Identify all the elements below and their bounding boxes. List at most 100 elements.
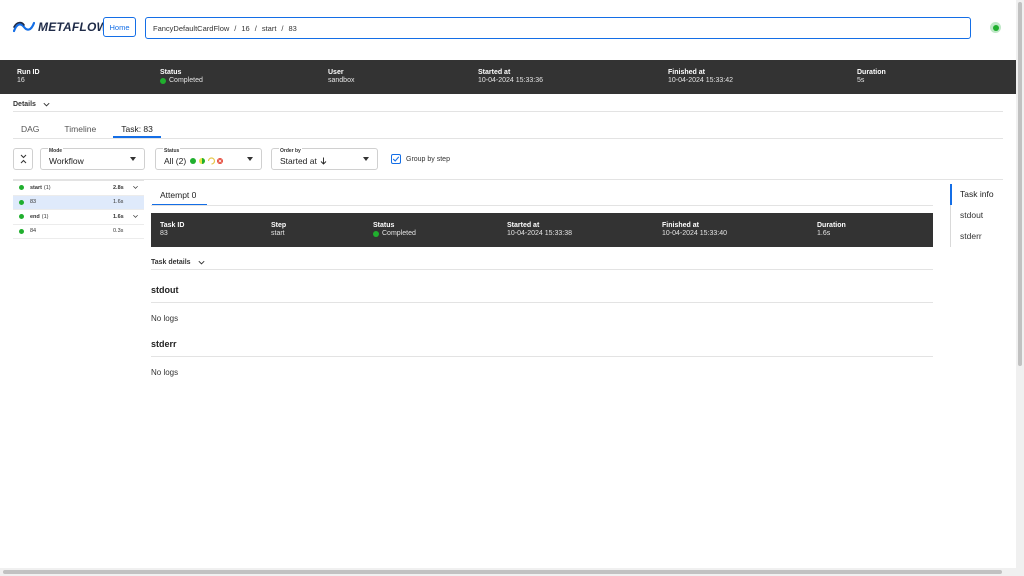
task-name: 84 <box>30 228 37 235</box>
order-by-label: Order by <box>279 148 302 154</box>
mode-label: Mode <box>48 148 64 154</box>
stderr-empty-message: No logs <box>151 368 179 377</box>
task-duration: 1.6s <box>113 199 124 206</box>
collapse-all-button[interactable] <box>13 148 33 170</box>
task-duration-column: Duration 1.6s <box>817 222 846 237</box>
task-id-value: 83 <box>160 230 168 237</box>
divider <box>151 269 933 270</box>
run-summary-bar: Run ID 16 Status Completed User sandbox … <box>0 60 1016 94</box>
divider <box>151 356 933 357</box>
status-legend-icons <box>190 157 224 165</box>
breadcrumb-step[interactable]: start <box>262 24 277 33</box>
dropdown-caret-icon <box>130 157 136 161</box>
group-by-step-label: Group by step <box>406 155 450 163</box>
divider <box>13 179 1003 180</box>
status-select[interactable]: Status All (2) <box>155 148 262 170</box>
tab-dag[interactable]: DAG <box>13 118 47 138</box>
status-completed-icon <box>19 185 24 191</box>
run-user-label: User <box>328 69 344 76</box>
task-finished-value: 10-04-2024 15:33:40 <box>662 230 727 237</box>
run-finished-value: 10-04-2024 15:33:42 <box>668 77 733 84</box>
task-started-column: Started at 10-04-2024 15:33:38 <box>507 222 572 237</box>
chevron-down-icon <box>43 102 50 107</box>
task-row-83[interactable]: 83 1.6s <box>13 195 144 210</box>
run-duration-label: Duration <box>857 69 886 76</box>
view-tabs: DAG Timeline Task: 83 <box>13 118 170 138</box>
order-by-select[interactable]: Order by Started at <box>271 148 378 170</box>
group-by-step-checkbox[interactable]: Group by step <box>391 154 450 164</box>
chevron-down-icon <box>198 260 205 265</box>
stdout-empty-message: No logs <box>151 314 179 323</box>
status-completed-icon <box>19 199 24 205</box>
horizontal-scrollbar[interactable] <box>0 568 1016 576</box>
run-duration-column: Duration 5s <box>857 69 886 84</box>
tab-timeline[interactable]: Timeline <box>56 118 104 138</box>
status-completed-icon <box>19 214 24 220</box>
mode-select[interactable]: Mode Workflow <box>40 148 145 170</box>
task-list: start (1) 2.8s 83 1.6s end (1) 1.6s 84 0… <box>13 180 144 239</box>
task-step-column: Step start <box>271 222 286 237</box>
stderr-title: stderr <box>151 339 177 349</box>
task-status-column: Status Completed <box>373 222 416 237</box>
details-label: Details <box>13 101 36 108</box>
divider <box>151 205 933 206</box>
step-name: start <box>30 184 42 191</box>
status-completed-icon <box>19 228 24 234</box>
scrollbar-thumb[interactable] <box>3 570 1002 574</box>
metaflow-logo[interactable]: METAFLOW <box>13 20 108 34</box>
home-button[interactable]: Home <box>103 17 136 37</box>
task-name: 83 <box>30 199 37 206</box>
run-status-value: Completed <box>169 77 203 84</box>
task-step-label: Step <box>271 222 287 229</box>
task-status-label: Status <box>373 222 395 229</box>
logo-text: METAFLOW <box>38 20 109 34</box>
dropdown-caret-icon <box>363 157 369 161</box>
step-task-count: (1) <box>43 184 51 191</box>
metaflow-logo-icon <box>13 21 35 33</box>
arrow-down-icon <box>320 157 327 165</box>
step-name: end <box>30 213 40 220</box>
run-id-column: Run ID 16 <box>17 69 40 84</box>
tab-task[interactable]: Task: 83 <box>113 118 161 138</box>
task-started-label: Started at <box>507 222 540 229</box>
chevron-down-icon[interactable] <box>132 184 139 191</box>
run-id-label: Run ID <box>17 69 40 76</box>
breadcrumb-flow[interactable]: FancyDefaultCardFlow <box>153 24 229 33</box>
breadcrumb[interactable]: FancyDefaultCardFlow / 16 / start / 83 <box>145 17 971 39</box>
nav-stderr[interactable]: stderr <box>950 226 1010 247</box>
task-id-label: Task ID <box>160 222 185 229</box>
run-status-column: Status Completed <box>160 69 203 84</box>
status-value: All (2) <box>164 156 187 166</box>
chevron-down-icon[interactable] <box>132 213 139 220</box>
status-completed-icon <box>160 77 166 84</box>
scrollbar-thumb[interactable] <box>1018 2 1022 366</box>
run-started-column: Started at 10-04-2024 15:33:36 <box>478 69 543 84</box>
step-duration: 2.8s <box>113 184 124 191</box>
status-completed-icon <box>373 230 379 237</box>
step-row-end[interactable]: end (1) 1.6s <box>13 210 144 225</box>
order-by-value: Started at <box>280 156 317 166</box>
run-id-value: 16 <box>17 77 25 84</box>
breadcrumb-separator: / <box>234 23 237 33</box>
nav-task-info[interactable]: Task info <box>950 184 1010 205</box>
stdout-title: stdout <box>151 285 179 295</box>
details-toggle[interactable]: Details <box>13 100 51 109</box>
step-row-start[interactable]: start (1) 2.8s <box>13 181 144 196</box>
task-step-value: start <box>271 230 285 237</box>
tab-attempt-0[interactable]: Attempt 0 <box>152 186 207 206</box>
nav-stdout[interactable]: stdout <box>950 205 1010 226</box>
run-user-value: sandbox <box>328 77 355 84</box>
run-duration-value: 5s <box>857 77 865 84</box>
step-duration: 1.6s <box>113 213 124 220</box>
vertical-scrollbar[interactable] <box>1016 0 1024 576</box>
run-status-label: Status <box>160 69 182 76</box>
task-row-84[interactable]: 84 0.3s <box>13 225 144 239</box>
task-summary-bar: Task ID 83 Step start Status Completed S… <box>151 213 933 247</box>
task-details-toggle[interactable]: Task details <box>151 258 206 267</box>
checkbox-checked-icon[interactable] <box>391 154 401 164</box>
breadcrumb-run[interactable]: 16 <box>241 24 249 33</box>
run-user-column: User sandbox <box>328 69 354 84</box>
breadcrumb-task[interactable]: 83 <box>289 24 297 33</box>
task-finished-label: Finished at <box>662 222 699 229</box>
run-started-label: Started at <box>478 69 511 76</box>
